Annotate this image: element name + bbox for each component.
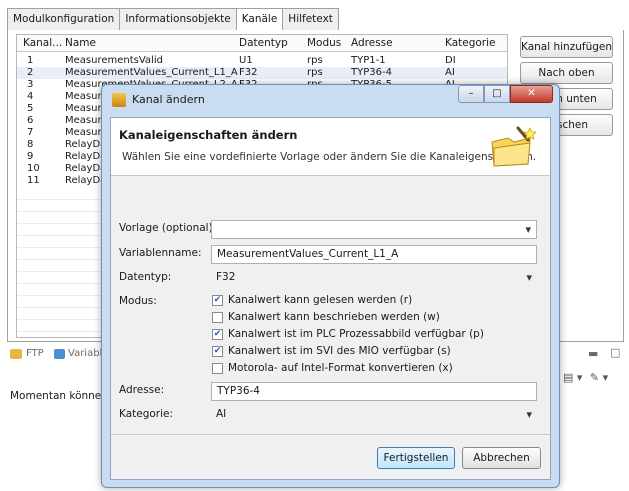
minimize-icon[interactable]: ▬: [588, 347, 598, 360]
table-cell-no: 9: [27, 151, 34, 162]
checkmark-icon[interactable]: ✔: [212, 329, 223, 340]
edit-channel-dialog: Kanal ändern – □ ✕ Kanaleigenschaften än…: [101, 84, 560, 488]
checkbox-label: Motorola- auf Intel-Format konvertieren …: [228, 362, 453, 374]
variables-view-tab[interactable]: Variabl: [68, 348, 102, 359]
close-window-button[interactable]: ✕: [510, 85, 553, 103]
type-label: Datentyp:: [119, 271, 172, 283]
variables-icon: [54, 349, 65, 359]
column-header-kategorie[interactable]: Kategorie: [445, 37, 496, 49]
dialog-body: Kanaleigenschaften ändern Wählen Sie ein…: [110, 117, 551, 480]
checkbox-label: Kanalwert kann beschrieben werden (w): [228, 311, 440, 323]
table-cell-no: 7: [27, 127, 34, 138]
table-cell-no: 1: [27, 55, 34, 66]
category-label: Kategorie:: [119, 408, 174, 420]
table-cell-mode: rps: [307, 55, 323, 66]
checkbox-label: Kanalwert kann gelesen werden (r): [228, 294, 413, 306]
table-cell-name: Measur: [65, 91, 102, 102]
editor-tabbar: Modulkonfiguration Informationsobjekte K…: [7, 8, 339, 31]
table-cell-cat: DI: [445, 55, 456, 66]
minimize-window-button[interactable]: –: [458, 85, 484, 103]
wizard-description: Wählen Sie eine vordefinierte Vorlage od…: [122, 151, 537, 163]
column-header-modus[interactable]: Modus: [307, 37, 341, 49]
mode-label: Modus:: [119, 295, 157, 307]
finish-button[interactable]: Fertigstellen: [377, 447, 455, 469]
column-header-adresse[interactable]: Adresse: [351, 37, 393, 49]
app-icon: [112, 93, 126, 107]
table-cell-addr: TYP36-4: [351, 67, 392, 78]
table-cell-cat: AI: [445, 67, 455, 78]
maximize-window-button[interactable]: □: [484, 85, 510, 103]
table-cell-no: 11: [27, 175, 40, 186]
wizard-heading: Kanaleigenschaften ändern: [119, 128, 298, 142]
view-menu-icon[interactable]: ▤ ▾: [563, 371, 582, 384]
move-up-button[interactable]: Nach oben: [520, 62, 613, 84]
table-cell-no: 3: [27, 79, 34, 90]
table-cell-addr: TYP1-1: [351, 55, 386, 66]
category-select[interactable]: AI: [211, 406, 537, 425]
ftp-icon: [10, 349, 22, 359]
column-header-datentyp[interactable]: Datentyp: [239, 37, 288, 49]
table-row[interactable]: 1 MeasurementsValid U1 rps TYP1-1 DI: [17, 55, 507, 67]
table-cell-no: 10: [27, 163, 40, 174]
wizard-folder-icon: [491, 126, 536, 167]
table-cell-no: 5: [27, 103, 34, 114]
column-header-name[interactable]: Name: [65, 37, 96, 49]
table-row[interactable]: 2 MeasurementValues_Current_L1_A F32 rps TYP…: [17, 67, 507, 79]
table-cell-no: 4: [27, 91, 34, 102]
table-cell-type: F32: [239, 67, 258, 78]
table-cell-name: Measur: [65, 127, 102, 138]
add-channel-button[interactable]: Kanal hinzufügen: [520, 36, 613, 58]
table-cell-name: MeasurementValues_Current_L1_A: [65, 67, 238, 78]
checkbox-label: Kanalwert ist im SVI des MIO verfügbar (…: [228, 345, 451, 357]
maximize-icon[interactable]: □: [610, 346, 620, 359]
tab-hilfetext[interactable]: Hilfetext: [282, 8, 339, 30]
template-label: Vorlage (optional):: [119, 222, 217, 234]
view-status-text: Momentan können l: [10, 390, 115, 402]
tab-kanaele[interactable]: Kanäle: [235, 8, 284, 31]
window-controls: – □ ✕: [458, 85, 553, 103]
cancel-button[interactable]: Abbrechen: [462, 447, 541, 469]
column-header-kanal[interactable]: Kanal...: [23, 37, 62, 49]
table-header: Kanal... Name Datentyp Modus Adresse Kat…: [17, 35, 507, 52]
checkbox-box[interactable]: [212, 363, 223, 374]
checkbox-box[interactable]: [212, 312, 223, 323]
varname-input[interactable]: MeasurementValues_Current_L1_A: [211, 245, 537, 264]
table-cell-no: 2: [27, 67, 34, 78]
table-cell-name: Measur: [65, 103, 102, 114]
new-item-icon[interactable]: ✎ ▾: [590, 371, 608, 384]
dialog-title: Kanal ändern: [132, 93, 205, 106]
checkmark-icon[interactable]: ✔: [212, 346, 223, 357]
address-label: Adresse:: [119, 384, 165, 396]
varname-label: Variablenname:: [119, 247, 202, 259]
tab-informationsobjekte[interactable]: Informationsobjekte: [119, 8, 237, 30]
ftp-view-tab[interactable]: FTP: [26, 348, 44, 359]
table-cell-name: MeasurementsValid: [65, 55, 163, 66]
table-cell-no: 8: [27, 139, 34, 150]
wizard-banner: Kanaleigenschaften ändern Wählen Sie ein…: [111, 118, 550, 176]
checkbox-label: Kanalwert ist im PLC Prozessabbild verfü…: [228, 328, 484, 340]
template-select[interactable]: [211, 220, 537, 239]
view-toolbar: ▤ ▾ ✎ ▾: [563, 371, 608, 384]
table-cell-name: Measur: [65, 115, 102, 126]
type-select[interactable]: F32: [211, 269, 537, 288]
tab-modulkonfiguration[interactable]: Modulkonfiguration: [7, 8, 121, 30]
table-cell-no: 6: [27, 115, 34, 126]
table-cell-type: U1: [239, 55, 253, 66]
table-cell-mode: rps: [307, 67, 323, 78]
checkmark-icon[interactable]: ✔: [212, 295, 223, 306]
address-input[interactable]: TYP36-4: [211, 382, 537, 401]
dialog-separator: [111, 434, 550, 435]
